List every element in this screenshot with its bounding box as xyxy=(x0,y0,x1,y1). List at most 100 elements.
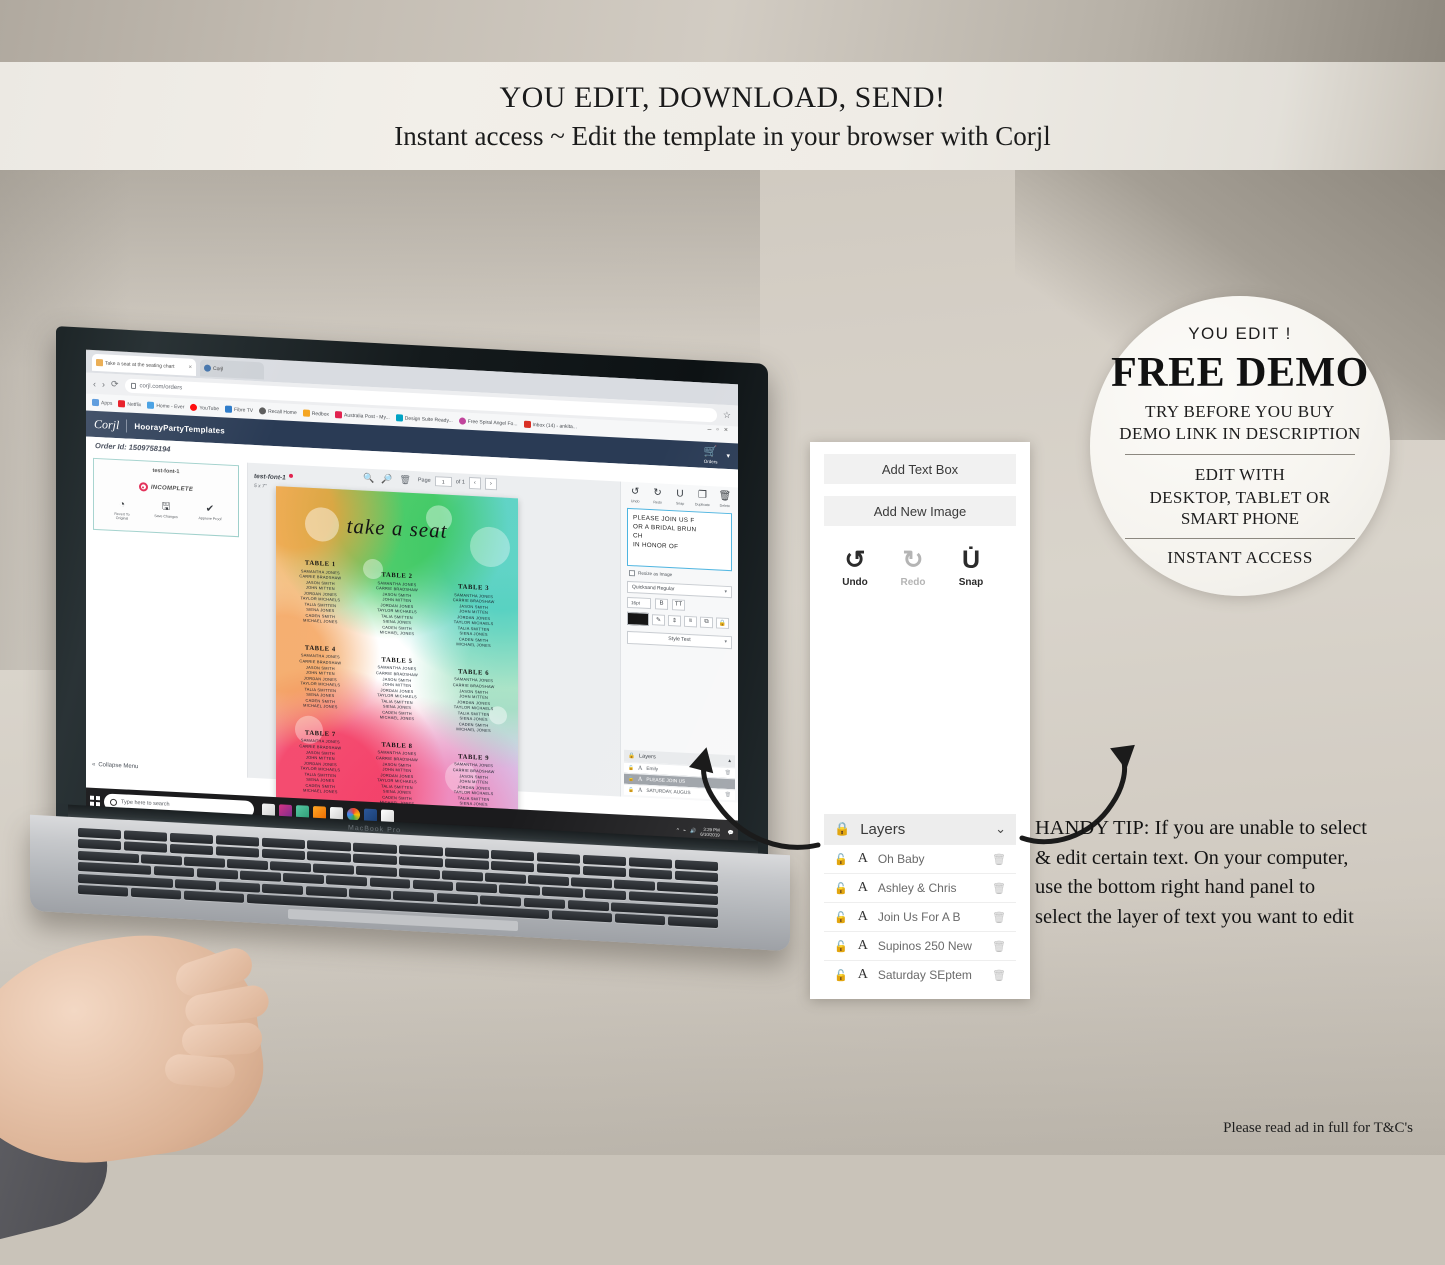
lock-icon: 🔒 xyxy=(628,752,635,760)
next-page-button[interactable]: › xyxy=(484,477,497,491)
revert-icon: ◔ xyxy=(118,499,126,511)
orders-label: Orders xyxy=(703,458,718,464)
add-text-box-button[interactable]: Add Text Box xyxy=(824,454,1016,484)
unlock-icon[interactable]: 🔓 xyxy=(834,853,848,866)
layer-row[interactable]: 🔓 A Oh Baby 🗑 xyxy=(824,844,1016,873)
favicon-icon xyxy=(96,358,103,367)
font-family-select[interactable]: Quicksand Regular ▾ xyxy=(627,580,732,598)
overlay-layers-header[interactable]: 🔒 Layers ⌄ xyxy=(824,814,1016,844)
bookmark-item[interactable]: YouTube xyxy=(190,403,220,412)
incomplete-icon xyxy=(138,482,148,492)
text-layer-icon: A xyxy=(637,776,643,783)
align-icon[interactable]: ≡ xyxy=(684,615,697,627)
bold-button[interactable]: B xyxy=(655,597,668,610)
trash-icon[interactable]: 🗑 xyxy=(992,911,1006,924)
window-controls[interactable]: –▫× xyxy=(708,426,733,434)
resize-as-image-row[interactable]: Resize as Image xyxy=(629,569,738,581)
line-spacing-icon[interactable]: ⇕ xyxy=(668,614,681,627)
bookmark-item[interactable]: Home - Ever xyxy=(147,401,184,411)
arrow-left-curve xyxy=(688,747,821,850)
bookmark-item[interactable]: Netflix xyxy=(118,400,141,408)
uppercase-button[interactable]: TT xyxy=(672,598,685,611)
undo-button[interactable]: ↺ Undo xyxy=(626,486,644,503)
shop-name: HoorayPartyTemplates xyxy=(134,421,225,436)
chevron-down-icon[interactable]: ⌄ xyxy=(995,821,1006,837)
star-icon[interactable]: ☆ xyxy=(723,410,731,421)
zoom-out-icon[interactable]: 🔎 xyxy=(381,473,392,485)
style-text-select[interactable]: Style Text ▾ xyxy=(627,630,732,649)
layers-title: Layers xyxy=(638,753,656,761)
zoom-in-icon[interactable]: 🔍 xyxy=(363,472,374,484)
color-swatch[interactable] xyxy=(627,611,649,626)
lock-icon[interactable]: 🔒 xyxy=(716,616,729,629)
seating-chart-design[interactable]: take a seat TABLE 1 SAMANTHA JONES CARRIE … xyxy=(276,486,518,848)
bookmark-item[interactable]: Free Spiral Angel Fo... xyxy=(458,417,518,427)
font-size-input[interactable]: 16pt xyxy=(627,596,651,609)
windows-start-icon[interactable] xyxy=(90,795,100,807)
status-badge: INCOMPLETE xyxy=(138,482,193,494)
layer-row[interactable]: 🔓 A Saturday SEptem 🗑 xyxy=(824,960,1016,989)
bookmark-item[interactable]: Inbox (14) - ankita... xyxy=(523,420,577,431)
lock-icon[interactable]: 🔓 xyxy=(628,787,634,792)
chevron-down-icon[interactable]: ▾ xyxy=(726,452,730,460)
layer-row[interactable]: 🔓 A Join Us For A B 🗑 xyxy=(824,902,1016,931)
browser-tab-1[interactable]: Corjl xyxy=(200,359,264,380)
trash-icon[interactable]: 🗑 xyxy=(399,474,410,486)
action-label: Save Changes xyxy=(154,513,178,520)
forward-icon[interactable]: › xyxy=(102,379,105,389)
bookmark-label: Fibre TV xyxy=(234,406,254,414)
duplicate-button[interactable]: ❐ Duplicate xyxy=(693,489,711,506)
unlock-icon[interactable]: 🔓 xyxy=(834,969,848,982)
undo-button[interactable]: ↺ Undo xyxy=(834,548,876,589)
approve-proof-button[interactable]: ✔ Approve Proof xyxy=(196,504,224,526)
bookmark-item[interactable]: Australia Post - My... xyxy=(334,411,390,421)
bookmark-item[interactable]: Apps xyxy=(92,398,112,407)
prev-page-button[interactable]: ‹ xyxy=(468,476,481,490)
text-edit-field[interactable]: PLEASE JOIN US F OR A BRIDAL BRUN CH IN … xyxy=(627,507,732,571)
action-label: Approve Proof xyxy=(198,516,222,522)
lock-icon[interactable]: 🔓 xyxy=(628,765,634,770)
bookmark-item[interactable]: Fibre TV xyxy=(225,405,254,414)
layer-row[interactable]: 🔓 A Ashley & Chris 🗑 xyxy=(824,873,1016,902)
back-icon[interactable]: ‹ xyxy=(93,378,96,388)
page-input[interactable]: 1 xyxy=(434,476,452,488)
unlock-icon[interactable]: 🔓 xyxy=(834,882,848,895)
left-sidebar: test-font-1 INCOMPLETE ◔ Revert To Origi… xyxy=(86,454,248,778)
reload-icon[interactable]: ⟳ xyxy=(111,379,119,390)
redo-button[interactable]: ↻ Redo xyxy=(648,487,666,504)
design-thumbnail-card[interactable]: test-font-1 INCOMPLETE ◔ Revert To Origi… xyxy=(93,457,239,538)
revert-to-original-button[interactable]: ◔ Revert To Original xyxy=(108,499,136,522)
trash-icon[interactable]: 🗑 xyxy=(992,940,1006,953)
collapse-menu-button[interactable]: « Collapse Menu xyxy=(92,762,138,770)
corjl-logo[interactable]: Corjl xyxy=(94,416,119,432)
layer-row[interactable]: 🔓 A Supinos 250 New 🗑 xyxy=(824,931,1016,960)
close-icon[interactable]: × xyxy=(188,364,192,370)
table-block: TABLE 3 SAMANTHA JONES CARRIE BRADSHAW JASO… xyxy=(435,582,512,650)
trash-icon[interactable]: 🗑 xyxy=(992,969,1006,982)
resize-checkbox[interactable] xyxy=(629,569,635,576)
orders-button[interactable]: 🛒 Orders xyxy=(703,445,718,464)
delete-button[interactable]: 🗑 Delete xyxy=(716,491,734,508)
unlock-icon[interactable]: 🔓 xyxy=(834,911,848,924)
page-title: YOU EDIT, DOWNLOAD, SEND! xyxy=(499,80,946,114)
font-family-value: Quicksand Regular xyxy=(632,583,675,592)
bookmark-label: YouTube xyxy=(199,404,220,412)
save-changes-button[interactable]: 🖫 Save Changes xyxy=(152,501,180,524)
tool-label: Redo xyxy=(900,577,926,588)
bookmark-item[interactable]: Design Suite Ready... xyxy=(395,414,453,424)
redo-button[interactable]: ↻ Redo xyxy=(892,548,934,589)
eyedropper-icon[interactable]: ✎ xyxy=(652,613,665,626)
lock-icon[interactable]: 🔓 xyxy=(628,776,634,781)
layers-title: Layers xyxy=(860,820,906,838)
trash-icon[interactable]: 🗑 xyxy=(992,853,1006,866)
unlock-icon[interactable]: 🔓 xyxy=(834,940,848,953)
bookmark-item[interactable]: Redbox xyxy=(302,409,329,417)
bookmark-item[interactable]: Recall Home xyxy=(259,407,297,416)
favicon-icon xyxy=(204,364,211,372)
add-new-image-button[interactable]: Add New Image xyxy=(824,496,1016,526)
trash-icon[interactable]: 🗑 xyxy=(992,882,1006,895)
layer-order-icon[interactable]: ⧉ xyxy=(700,616,713,628)
snap-button[interactable]: U Snap xyxy=(671,488,689,505)
snap-button[interactable]: U̇ Snap xyxy=(950,548,992,589)
magnet-icon: U xyxy=(676,488,684,500)
